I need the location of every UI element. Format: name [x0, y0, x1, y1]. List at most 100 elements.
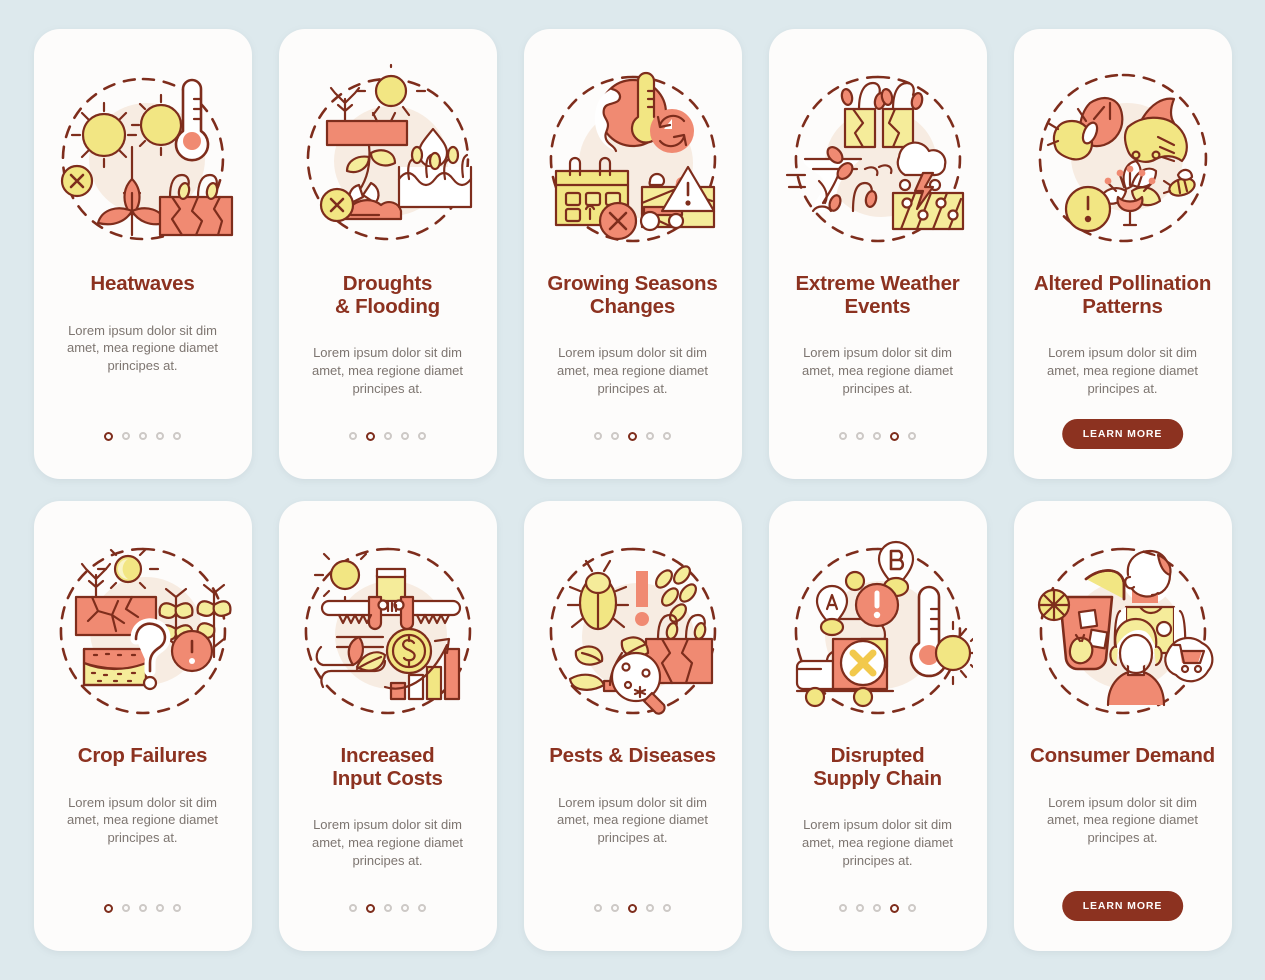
card-increased-input-costs[interactable]: Increased Input Costs Lorem ipsum dolor … [278, 501, 497, 951]
dot-4[interactable] [890, 432, 899, 441]
dot-2[interactable] [366, 432, 375, 441]
title-line-1: Altered Pollination [1033, 272, 1212, 295]
card-description: Lorem ipsum dolor sit dim amet, mea regi… [556, 345, 709, 396]
dot-4[interactable] [646, 904, 654, 912]
dot-4[interactable] [401, 904, 409, 912]
dot-2[interactable] [122, 432, 130, 440]
card-title: Growing Seasons Changes [538, 272, 728, 318]
card-title: Consumer Demand [1030, 744, 1215, 767]
dot-3[interactable] [384, 432, 392, 440]
dot-4[interactable] [156, 904, 164, 912]
pagination-dots[interactable] [769, 904, 987, 913]
card-description: Lorem ipsum dolor sit dim amet, mea regi… [66, 322, 219, 374]
supply-chain-illustration [783, 535, 973, 725]
card-altered-pollination-patterns[interactable]: Altered Pollination Patterns Lorem ipsum… [1013, 29, 1232, 479]
card-title: Increased Input Costs [293, 744, 483, 790]
dot-2[interactable] [366, 904, 375, 913]
dot-3[interactable] [873, 432, 881, 440]
card-title: Altered Pollination Patterns [1028, 272, 1218, 318]
pagination-dots[interactable] [279, 432, 497, 441]
learn-more-button[interactable]: LEARN MORE [1061, 419, 1184, 449]
dot-3[interactable] [628, 904, 637, 913]
title-line-2: Events [844, 294, 911, 318]
drought-flooding-illustration [293, 63, 483, 253]
title-line-2: Changes [589, 294, 676, 318]
dot-1[interactable] [349, 904, 357, 912]
card-description: Lorem ipsum dolor sit dim amet, mea regi… [311, 345, 464, 396]
card-title: Disrupted Supply Chain [783, 744, 973, 790]
dot-4[interactable] [646, 432, 654, 440]
dot-5[interactable] [663, 904, 671, 912]
dot-3[interactable] [628, 432, 637, 441]
pagination-dots[interactable] [34, 432, 252, 441]
card-growing-seasons-changes[interactable]: Growing Seasons Changes Lorem ipsum dolo… [523, 29, 742, 479]
title-line-2: Patterns [1082, 294, 1163, 318]
dot-1[interactable] [594, 904, 602, 912]
pagination-dots[interactable] [34, 904, 252, 913]
dot-1[interactable] [104, 432, 113, 441]
card-heatwaves[interactable]: Heatwaves Lorem ipsum dolor sit dim amet… [33, 29, 252, 479]
card-grid: Heatwaves Lorem ipsum dolor sit dim amet… [0, 0, 1265, 980]
title-line-1: Droughts [342, 272, 433, 295]
title-line-2: Input Costs [332, 766, 443, 790]
pollination-illustration [1028, 63, 1218, 253]
card-title: Pests & Diseases [549, 744, 716, 767]
card-pests-diseases[interactable]: Pests & Diseases Lorem ipsum dolor sit d… [523, 501, 742, 951]
pagination-dots[interactable] [524, 904, 742, 913]
extreme-weather-illustration [783, 63, 973, 253]
card-crop-failures[interactable]: Crop Failures Lorem ipsum dolor sit dim … [33, 501, 252, 951]
dot-1[interactable] [104, 904, 113, 913]
dot-4[interactable] [401, 432, 409, 440]
dot-1[interactable] [594, 432, 602, 440]
card-description: Lorem ipsum dolor sit dim amet, mea regi… [801, 345, 954, 396]
crop-failure-illustration [48, 535, 238, 725]
dot-2[interactable] [611, 904, 619, 912]
dot-5[interactable] [173, 904, 181, 912]
card-description: Lorem ipsum dolor sit dim amet, mea regi… [311, 817, 464, 868]
card-description: Lorem ipsum dolor sit dim amet, mea regi… [1046, 794, 1199, 846]
title-line-1: Increased [340, 744, 435, 767]
card-extreme-weather-events[interactable]: Extreme Weather Events Lorem ipsum dolor… [768, 29, 987, 479]
card-description: Lorem ipsum dolor sit dim amet, mea regi… [1046, 345, 1199, 396]
card-description: Lorem ipsum dolor sit dim amet, mea regi… [801, 817, 954, 868]
dot-3[interactable] [384, 904, 392, 912]
pagination-dots[interactable] [769, 432, 987, 441]
consumer-demand-illustration [1028, 535, 1218, 725]
title-line-2: Supply Chain [813, 766, 942, 790]
title-line-1: Disrupted [830, 744, 925, 767]
card-droughts-flooding[interactable]: Droughts & Flooding Lorem ipsum dolor si… [278, 29, 497, 479]
pests-diseases-illustration [538, 535, 728, 725]
title-line-1: Extreme Weather [795, 272, 960, 295]
card-title: Heatwaves [90, 272, 195, 295]
dot-3[interactable] [139, 432, 147, 440]
pagination-dots[interactable] [524, 432, 742, 441]
dot-1[interactable] [839, 432, 847, 440]
dot-4[interactable] [156, 432, 164, 440]
dot-2[interactable] [856, 904, 864, 912]
card-description: Lorem ipsum dolor sit dim amet, mea regi… [66, 794, 219, 846]
dot-5[interactable] [663, 432, 671, 440]
card-title: Crop Failures [77, 744, 208, 767]
title-line-1: Growing Seasons [547, 272, 718, 295]
dot-2[interactable] [611, 432, 619, 440]
onboarding-screens-board: Heatwaves Lorem ipsum dolor sit dim amet… [0, 0, 1265, 980]
dot-5[interactable] [908, 904, 916, 912]
dot-5[interactable] [173, 432, 181, 440]
dot-3[interactable] [873, 904, 881, 912]
pagination-dots[interactable] [279, 904, 497, 913]
dot-5[interactable] [418, 904, 426, 912]
growing-seasons-illustration [538, 63, 728, 253]
card-consumer-demand[interactable]: Consumer Demand Lorem ipsum dolor sit di… [1013, 501, 1232, 951]
card-disrupted-supply-chain[interactable]: Disrupted Supply Chain Lorem ipsum dolor… [768, 501, 987, 951]
learn-more-button[interactable]: LEARN MORE [1061, 891, 1184, 921]
input-costs-illustration [293, 535, 483, 725]
dot-5[interactable] [908, 432, 916, 440]
dot-3[interactable] [139, 904, 147, 912]
dot-5[interactable] [418, 432, 426, 440]
dot-1[interactable] [349, 432, 357, 440]
dot-2[interactable] [856, 432, 864, 440]
dot-4[interactable] [890, 904, 899, 913]
dot-2[interactable] [122, 904, 130, 912]
dot-1[interactable] [839, 904, 847, 912]
card-description: Lorem ipsum dolor sit dim amet, mea regi… [556, 794, 709, 846]
